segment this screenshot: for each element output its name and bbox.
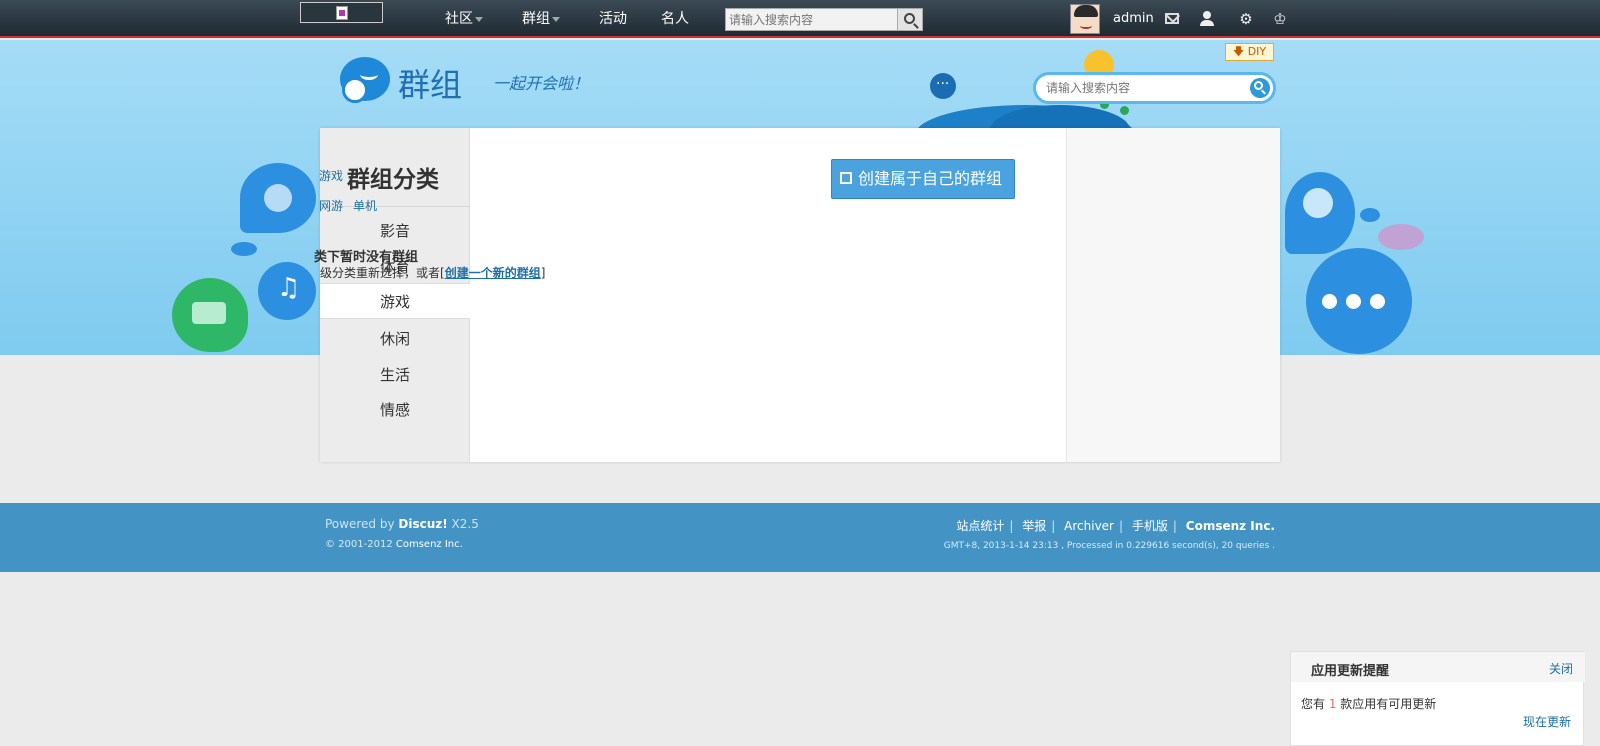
- comsenz-link[interactable]: Comsenz Inc.: [396, 539, 463, 550]
- nav-item-activity[interactable]: 活动: [599, 0, 627, 38]
- create-group-label: 创建属于自己的群组: [858, 169, 1003, 188]
- notification-text-prefix: 您有: [1301, 697, 1329, 711]
- update-notification: 应用更新提醒 关闭 您有 1 款应用有可用更新 现在更新: [1290, 651, 1585, 746]
- footer: Powered by Discuz! X2.5 © 2001-2012 Coms…: [0, 503, 1600, 572]
- drop-decoration: [1360, 208, 1380, 222]
- diy-button[interactable]: 🡇 DIY: [1225, 43, 1274, 61]
- create-group-button[interactable]: 创建属于自己的群组: [831, 159, 1015, 199]
- main-panel: 群组分类 影音 体育 游戏 休闲 生活 情感 创建属于自己的群组: [320, 128, 1280, 462]
- nav-item-celebrities[interactable]: 名人: [661, 0, 689, 38]
- notification-message: 您有 1 款应用有可用更新: [1301, 695, 1436, 712]
- sidebar-item-life[interactable]: 生活: [320, 357, 470, 393]
- footer-links: 站点统计 | 举报 | Archiver | 手机版 | Comsenz Inc.: [956, 519, 1275, 533]
- avatar[interactable]: [1070, 4, 1100, 34]
- user-icon[interactable]: [1199, 11, 1215, 27]
- copyright-prefix: © 2001-2012: [325, 539, 396, 550]
- sidebar-item-label: 休闲: [379, 330, 410, 348]
- page-title: 群组: [398, 66, 463, 104]
- search-icon: [904, 13, 915, 24]
- chevron-down-icon: [475, 16, 483, 22]
- nav-item-community[interactable]: 社区: [445, 0, 483, 38]
- empty-text-prefix: 级分类重新选择，或者[: [320, 266, 445, 280]
- empty-message: 级分类重新选择，或者[创建一个新的群组]: [320, 264, 545, 281]
- camera-bubble-icon: [172, 278, 248, 352]
- search-icon: [1254, 81, 1263, 90]
- username-link[interactable]: admin: [1113, 0, 1154, 38]
- empty-text-suffix: ]: [540, 266, 546, 280]
- notification-text-suffix: 款应用有可用更新: [1336, 697, 1437, 711]
- pink-bubble-decoration: [1378, 224, 1424, 250]
- ellipsis-icon: [1322, 294, 1402, 313]
- powered-prefix: Powered by: [325, 517, 399, 531]
- footer-company-link[interactable]: Comsenz Inc.: [1186, 519, 1275, 533]
- top-search-button[interactable]: [897, 8, 923, 31]
- notification-header: 应用更新提醒 关闭: [1291, 652, 1585, 682]
- sidebar-title: 群组分类: [347, 167, 439, 193]
- group-logo-icon: [340, 57, 390, 103]
- sidebar-item-media[interactable]: 影音: [320, 213, 470, 249]
- chat-bubble-icon: [930, 73, 956, 99]
- powered-by: Powered by Discuz! X2.5: [325, 517, 479, 531]
- broken-image-icon: [336, 6, 348, 20]
- crown-icon[interactable]: ♔: [1272, 11, 1288, 27]
- subcategory-link-online[interactable]: 网游: [319, 197, 343, 214]
- category-link[interactable]: 游戏: [319, 167, 343, 184]
- nav-item-groups[interactable]: 群组: [522, 0, 560, 38]
- drop-decoration: [231, 242, 257, 256]
- video-bubble-icon: [240, 163, 316, 233]
- powered-version: X2.5: [447, 517, 479, 531]
- footer-link-report[interactable]: 举报: [1022, 519, 1046, 533]
- sidebar-item-leisure[interactable]: 休闲: [320, 321, 470, 357]
- discuz-link[interactable]: Discuz!: [398, 517, 447, 531]
- group-search-button[interactable]: [1250, 78, 1270, 98]
- empty-title: 类下暂时没有群组: [314, 250, 419, 265]
- sidebar-item-label: 情感: [379, 401, 410, 419]
- sidebar-item-emotion[interactable]: 情感: [320, 392, 470, 428]
- gear-icon[interactable]: ⚙: [1238, 11, 1254, 27]
- page-slogan: 一起开会啦！: [493, 74, 590, 93]
- right-column: [1066, 128, 1280, 462]
- sidebar-item-label: 生活: [379, 366, 410, 384]
- edit-icon: [840, 172, 852, 184]
- create-new-group-link[interactable]: 创建一个新的群组: [445, 266, 541, 280]
- subcategory-link-single[interactable]: 单机: [353, 197, 377, 214]
- footer-link-archiver[interactable]: Archiver: [1064, 519, 1114, 533]
- pie-chart-bubble-icon: [1285, 172, 1355, 254]
- footer-link-stats[interactable]: 站点统计: [956, 519, 1004, 533]
- top-search-input[interactable]: [725, 8, 898, 31]
- sidebar-item-label: 游戏: [379, 293, 410, 311]
- nav-label: 活动: [599, 11, 627, 27]
- top-navbar: 社区 群组 活动 名人 admin ⚙ ♔: [0, 0, 1600, 38]
- copyright: © 2001-2012 Comsenz Inc.: [325, 539, 463, 550]
- sidebar-item-label: 影音: [379, 222, 410, 240]
- nav-label: 社区: [445, 11, 473, 27]
- site-logo[interactable]: [300, 2, 383, 23]
- tree-decoration: [1120, 106, 1129, 115]
- mail-icon[interactable]: [1165, 13, 1179, 24]
- nav-label: 群组: [522, 11, 550, 27]
- close-button[interactable]: 关闭: [1549, 660, 1573, 677]
- nav-label: 名人: [661, 11, 689, 27]
- footer-link-mobile[interactable]: 手机版: [1132, 519, 1168, 533]
- notification-title: 应用更新提醒: [1311, 664, 1390, 679]
- group-search-input[interactable]: [1033, 72, 1276, 104]
- footer-meta: GMT+8, 2013-1-14 23:13 , Processed in 0.…: [943, 541, 1275, 551]
- music-bubble-icon: ♫: [258, 262, 316, 320]
- update-now-link[interactable]: 现在更新: [1523, 713, 1571, 730]
- diy-label: DIY: [1247, 45, 1267, 58]
- chevron-down-icon: [552, 16, 560, 22]
- sidebar-item-games[interactable]: 游戏: [320, 283, 470, 319]
